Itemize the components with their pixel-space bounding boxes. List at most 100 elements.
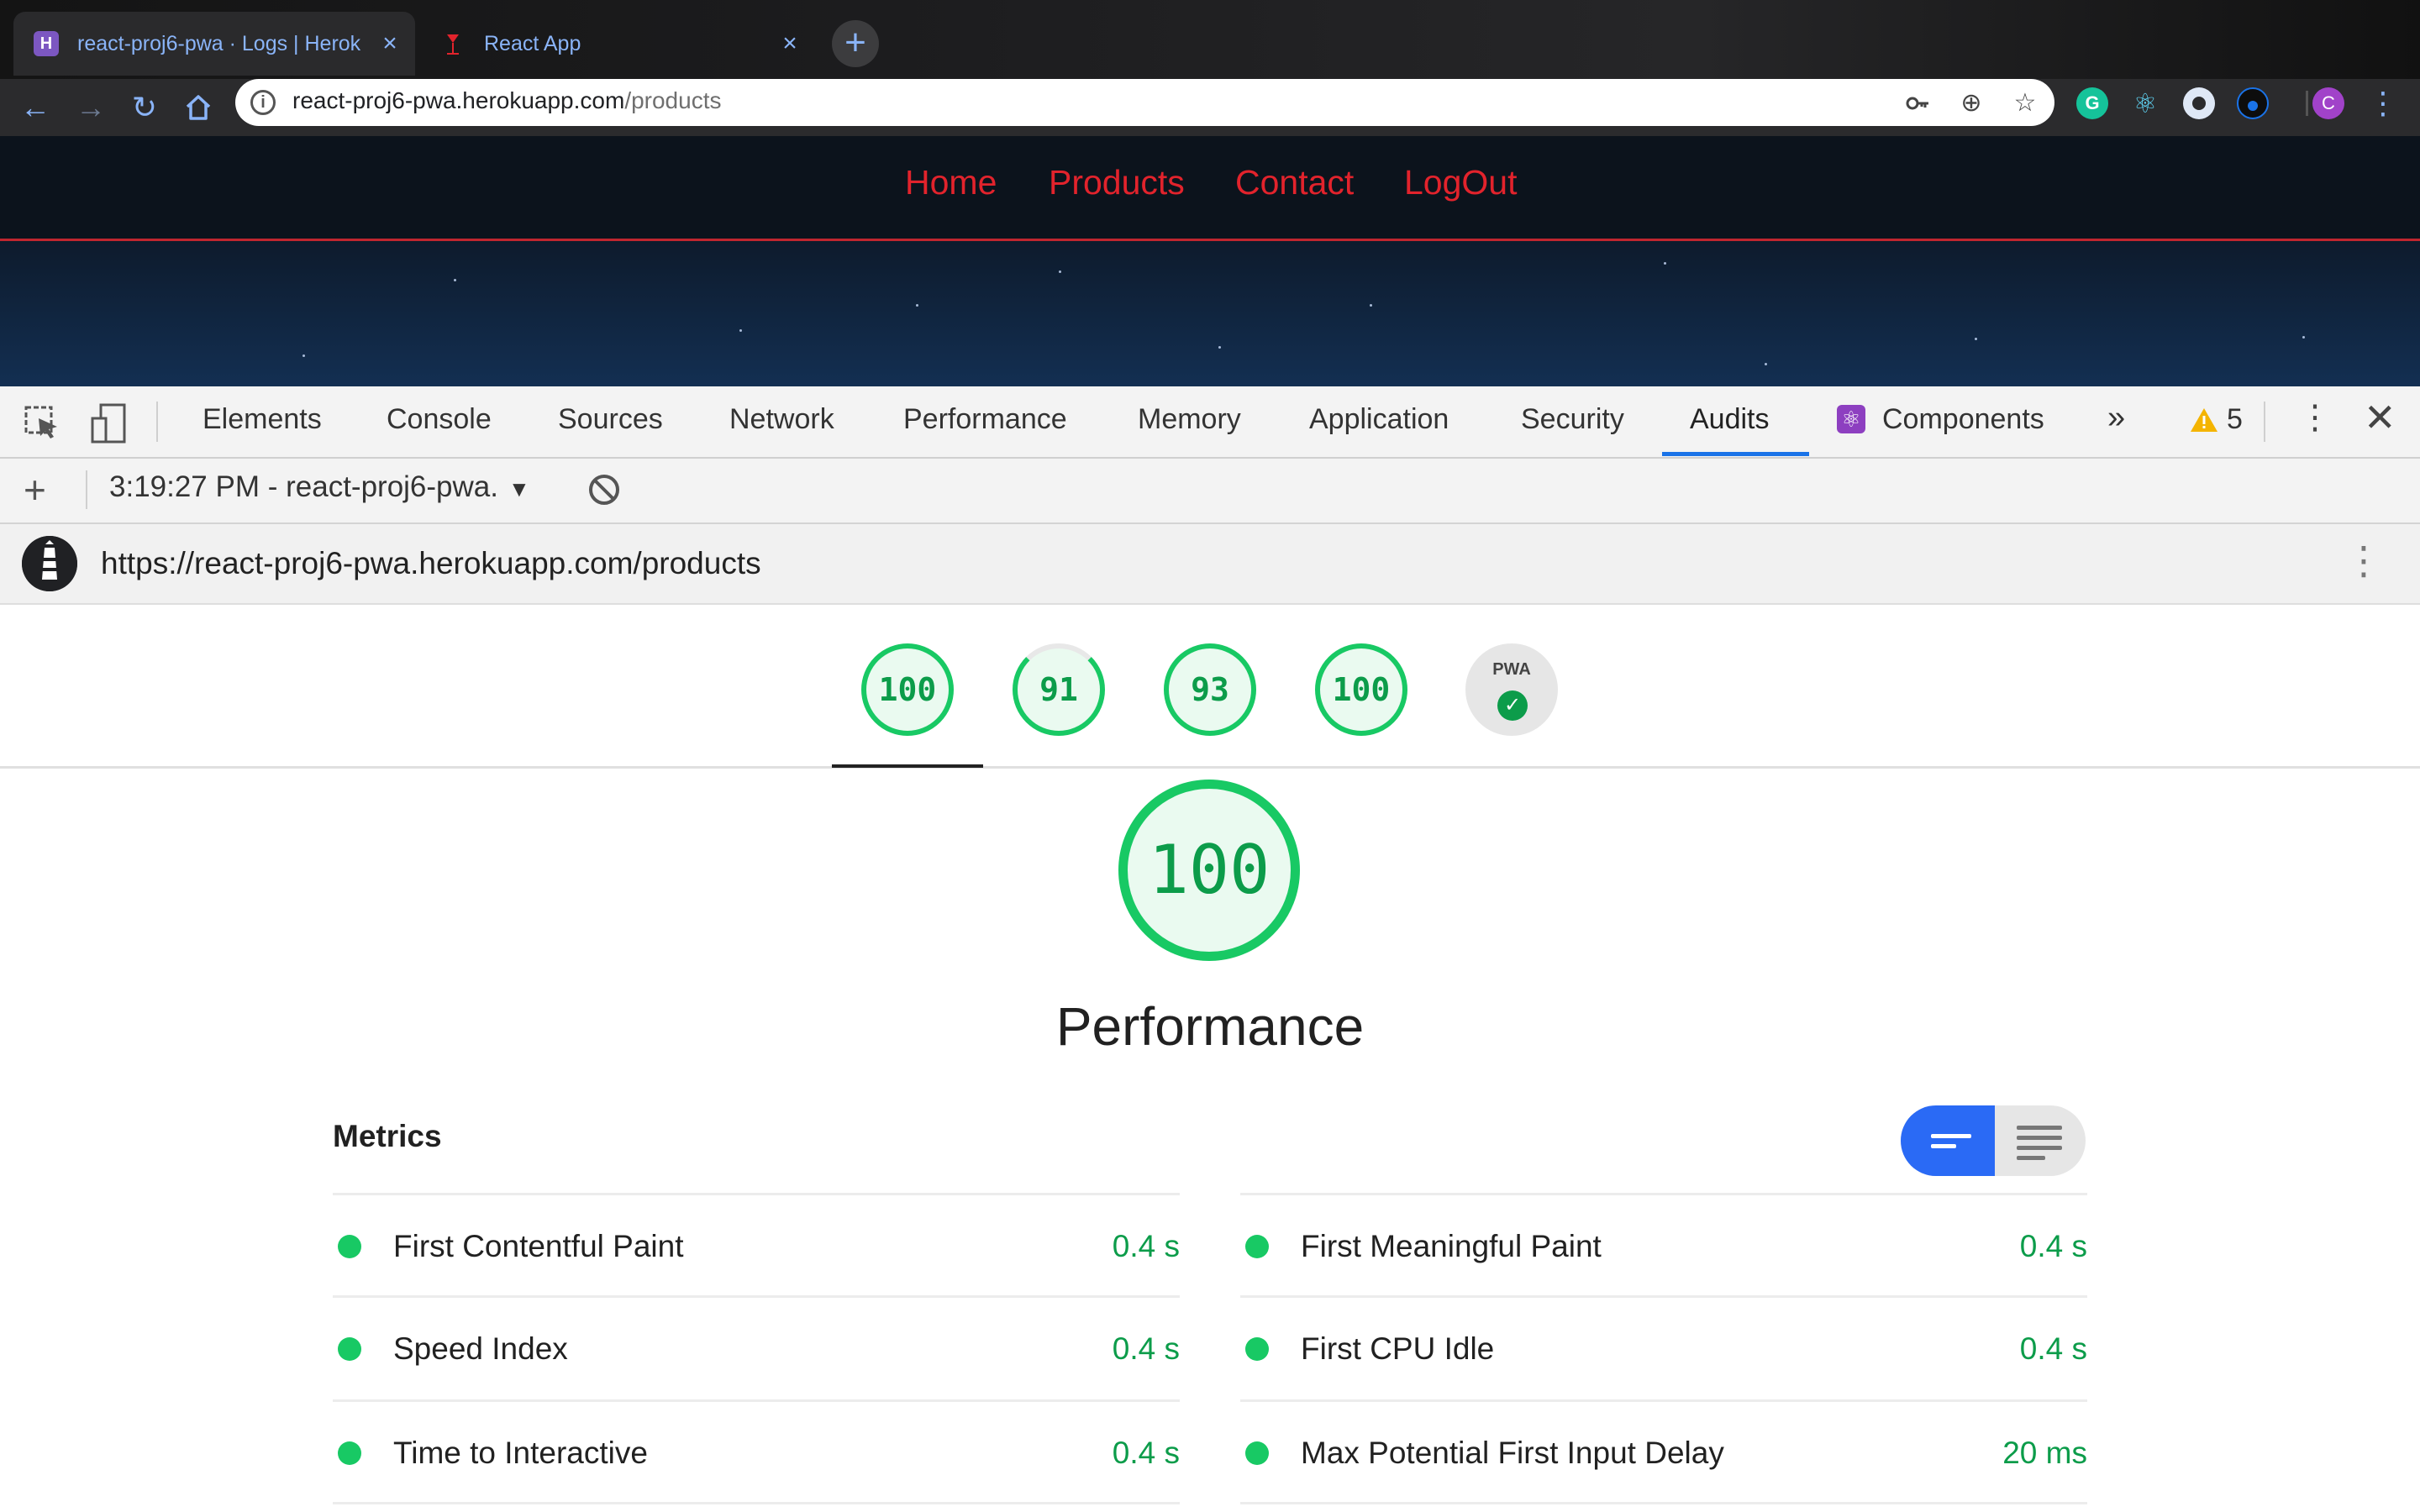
active-tab-indicator [1662,452,1809,456]
gauge-accessibility[interactable]: 91 [1013,643,1105,736]
chevron-down-icon: ▼ [508,476,530,501]
close-tab-icon[interactable]: × [776,30,803,57]
metrics-divider [333,1502,1180,1504]
metric-label: First CPU Idle [1301,1331,1495,1366]
report-selector[interactable]: 3:19:27 PM - react-proj6-pwa. ▼ [109,470,530,504]
browser-menu-icon[interactable]: ⋮ [2366,87,2400,120]
metric-value: 0.4 s [1112,1229,1180,1263]
gauge-pwa[interactable]: PWA ✓ [1465,643,1558,736]
pass-indicator-icon [1245,1337,1269,1361]
url-text[interactable]: react-proj6-pwa.herokuapp.com/products [292,87,721,114]
expanded-view-button[interactable] [1995,1105,2086,1176]
check-icon: ✓ [1497,690,1528,721]
device-toolbar-icon[interactable] [89,402,128,445]
pass-indicator-icon [1245,1441,1269,1465]
clear-all-icon[interactable] [587,472,622,507]
report-url: https://react-proj6-pwa.herokuapp.com/pr… [101,546,761,580]
grammarly-extension-icon[interactable]: G [2076,87,2108,119]
pass-indicator-icon [338,1441,361,1465]
metric-value: 0.4 s [2019,1229,2087,1263]
new-audit-plus-icon[interactable]: + [24,467,46,512]
pwa-label: PWA [1492,660,1531,679]
react-components-icon: ⚛ [1837,405,1865,433]
metric-value: 0.4 s [1112,1331,1180,1366]
nav-link-products[interactable]: Products [1049,163,1185,202]
metrics-heading: Metrics [333,1119,442,1153]
bookmark-star-icon[interactable]: ☆ [2008,87,2042,120]
site-info-icon[interactable]: i [250,90,276,115]
metrics-divider [1240,1399,2087,1402]
metrics-divider [1240,1295,2087,1298]
tab-network[interactable]: Network [729,403,834,436]
eye-extension-icon[interactable] [2237,87,2269,119]
metric-value: 20 ms [2002,1436,2087,1470]
metric-label: Max Potential First Input Delay [1301,1436,1724,1470]
metrics-divider [1240,1193,2087,1195]
tab-console[interactable]: Console [387,403,492,436]
home-icon[interactable] [176,86,220,129]
tab-components[interactable]: Components [1882,403,2044,436]
report-selector-label: 3:19:27 PM - react-proj6-pwa. [109,470,498,503]
browser-tab-react-app[interactable]: React App × [420,12,815,76]
tab-security[interactable]: Security [1521,403,1624,436]
metrics-divider [1240,1502,2087,1504]
warning-count[interactable]: 5 [2227,403,2243,436]
performance-score-gauge: 100 [1118,780,1300,961]
metrics-divider [333,1193,1180,1195]
nav-link-logout[interactable]: LogOut [1404,163,1518,202]
toolbar-divider [86,470,87,509]
warning-icon[interactable] [2190,407,2218,433]
metrics-divider [333,1295,1180,1298]
selected-gauge-indicator [832,764,983,768]
tab-audits[interactable]: Audits [1690,403,1770,436]
reload-icon[interactable]: ↻ [123,86,166,129]
tab-elements[interactable]: Elements [203,403,322,436]
gauge-seo[interactable]: 100 [1315,643,1407,736]
metric-label: Speed Index [393,1331,568,1366]
toolbar-divider [2306,91,2308,116]
metric-label: First Meaningful Paint [1301,1229,1602,1263]
metric-value: 0.4 s [1112,1436,1180,1470]
close-tab-icon[interactable]: × [376,30,403,57]
browser-tab-heroku[interactable]: H react-proj6-pwa · Logs | Herok × [13,12,415,76]
devtools-menu-icon[interactable]: ⋮ [2298,398,2332,437]
react-app-favicon-icon [440,31,466,56]
pass-indicator-icon [338,1337,361,1361]
gauge-best-practices[interactable]: 93 [1164,643,1256,736]
metric-value: 0.4 s [2019,1331,2087,1366]
tab-title: react-proj6-pwa · Logs | Herok [77,31,361,55]
url-host: react-proj6-pwa.herokuapp.com [292,87,625,113]
nav-link-home[interactable]: Home [905,163,997,202]
compact-view-button[interactable] [1901,1105,1995,1176]
heroku-favicon-icon: H [34,31,59,56]
back-arrow-icon[interactable]: ← [13,86,57,129]
new-tab-button[interactable]: + [832,20,879,67]
category-title: Performance [1055,996,1365,1057]
url-path: /products [624,87,722,113]
site-navbar [0,136,2420,241]
gauge-performance[interactable]: 100 [861,643,954,736]
zoom-icon[interactable]: ⊕ [1954,87,1988,120]
pass-indicator-icon [338,1235,361,1258]
lighthouse-logo-icon [22,536,77,591]
metric-label: Time to Interactive [393,1436,648,1470]
react-devtools-extension-icon[interactable]: ⚛ [2129,87,2161,119]
forward-arrow-icon[interactable]: → [69,86,113,129]
tab-memory[interactable]: Memory [1138,403,1241,436]
tab-application[interactable]: Application [1309,403,1449,436]
tab-performance[interactable]: Performance [903,403,1067,436]
metric-label: First Contentful Paint [393,1229,684,1263]
report-menu-icon[interactable]: ⋮ [2344,538,2383,583]
extension-circle-icon[interactable] [2183,87,2215,119]
profile-avatar[interactable]: C [2312,87,2344,119]
more-tabs-button[interactable]: » [2107,400,2125,436]
close-devtools-icon[interactable]: ✕ [2364,395,2396,440]
nav-link-contact[interactable]: Contact [1235,163,1354,202]
pass-indicator-icon [1245,1235,1269,1258]
toolbar-divider [2264,402,2265,442]
key-icon[interactable] [1901,87,1934,120]
toolbar-divider [156,402,158,442]
tab-sources[interactable]: Sources [558,403,663,436]
inspect-element-icon[interactable] [24,405,60,442]
tab-title: React App [484,31,581,55]
